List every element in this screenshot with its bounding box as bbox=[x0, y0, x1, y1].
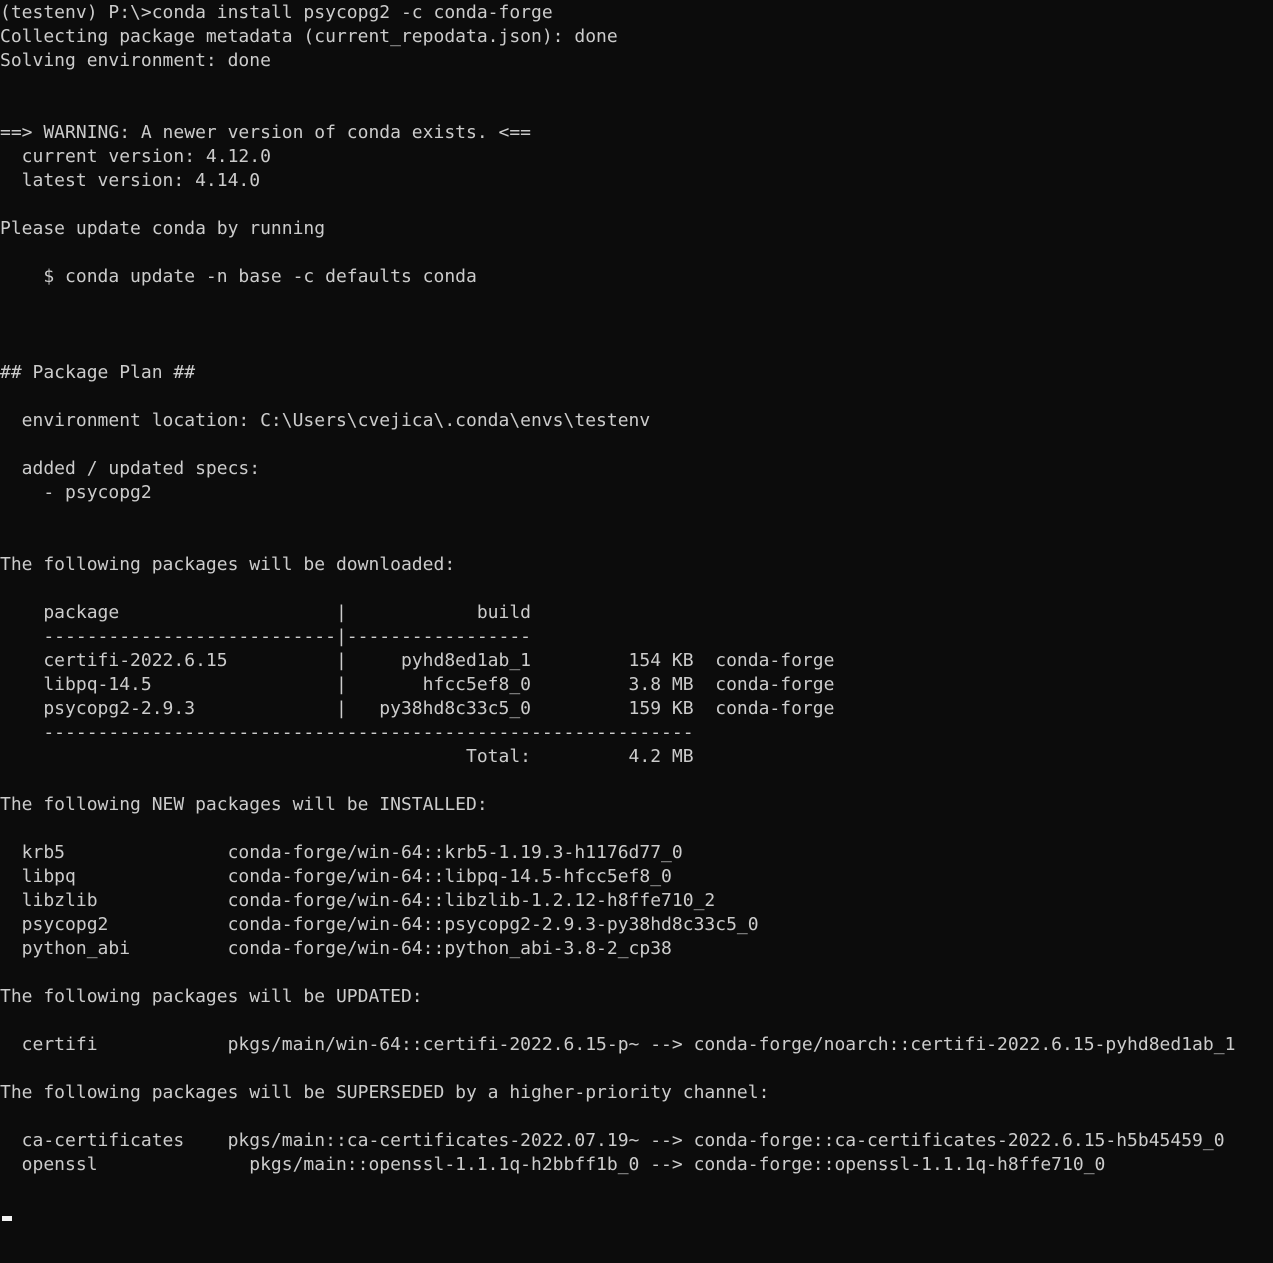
terminal-line: Total: 4.2 MB bbox=[0, 746, 694, 767]
terminal-line: krb5 conda-forge/win-64::krb5-1.19.3-h11… bbox=[0, 842, 683, 863]
terminal-line: libpq conda-forge/win-64::libpq-14.5-hfc… bbox=[0, 866, 672, 887]
terminal-line: certifi pkgs/main/win-64::certifi-2022.6… bbox=[0, 1034, 1236, 1055]
terminal-line: Please update conda by running bbox=[0, 218, 326, 239]
terminal-line: python_abi conda-forge/win-64::python_ab… bbox=[0, 938, 672, 959]
terminal-line: ## Package Plan ## bbox=[0, 362, 196, 383]
terminal-line: The following packages will be UPDATED: bbox=[0, 986, 423, 1007]
terminal-line: The following NEW packages will be INSTA… bbox=[0, 794, 488, 815]
terminal-line: libpq-14.5 | hfcc5ef8_0 3.8 MB conda-for… bbox=[0, 674, 835, 695]
terminal-line: $ conda update -n base -c defaults conda bbox=[0, 266, 477, 287]
terminal-line: ==> WARNING: A newer version of conda ex… bbox=[0, 122, 532, 143]
terminal-line: libzlib conda-forge/win-64::libzlib-1.2.… bbox=[0, 890, 716, 911]
terminal-line: The following packages will be downloade… bbox=[0, 554, 456, 575]
terminal-line: openssl pkgs/main::openssl-1.1.1q-h2bbff… bbox=[0, 1154, 1106, 1175]
terminal-line: ---------------------------|------------… bbox=[0, 626, 532, 647]
terminal-window[interactable]: (testenv) P:\>conda install psycopg2 -c … bbox=[0, 1, 1273, 1263]
terminal-line: Collecting package metadata (current_rep… bbox=[0, 26, 618, 47]
terminal-line: environment location: C:\Users\cvejica\.… bbox=[0, 410, 651, 431]
text-cursor bbox=[2, 1216, 12, 1221]
terminal-line: The following packages will be SUPERSEDE… bbox=[0, 1082, 770, 1103]
terminal-line: - psycopg2 bbox=[0, 482, 152, 503]
terminal-line: Solving environment: done bbox=[0, 50, 271, 71]
terminal-line: current version: 4.12.0 bbox=[0, 146, 271, 167]
prompt-line[interactable] bbox=[0, 1201, 1273, 1225]
terminal-line: certifi-2022.6.15 | pyhd8ed1ab_1 154 KB … bbox=[0, 650, 835, 671]
terminal-line: psycopg2-2.9.3 | py38hd8c33c5_0 159 KB c… bbox=[0, 698, 835, 719]
terminal-line: (testenv) P:\>conda install psycopg2 -c … bbox=[0, 2, 553, 23]
terminal-line: psycopg2 conda-forge/win-64::psycopg2-2.… bbox=[0, 914, 759, 935]
terminal-line: package | build bbox=[0, 602, 532, 623]
terminal-line: added / updated specs: bbox=[0, 458, 261, 479]
terminal-line: latest version: 4.14.0 bbox=[0, 170, 261, 191]
terminal-line: ----------------------------------------… bbox=[0, 722, 694, 743]
terminal-line: ca-certificates pkgs/main::ca-certificat… bbox=[0, 1130, 1225, 1151]
